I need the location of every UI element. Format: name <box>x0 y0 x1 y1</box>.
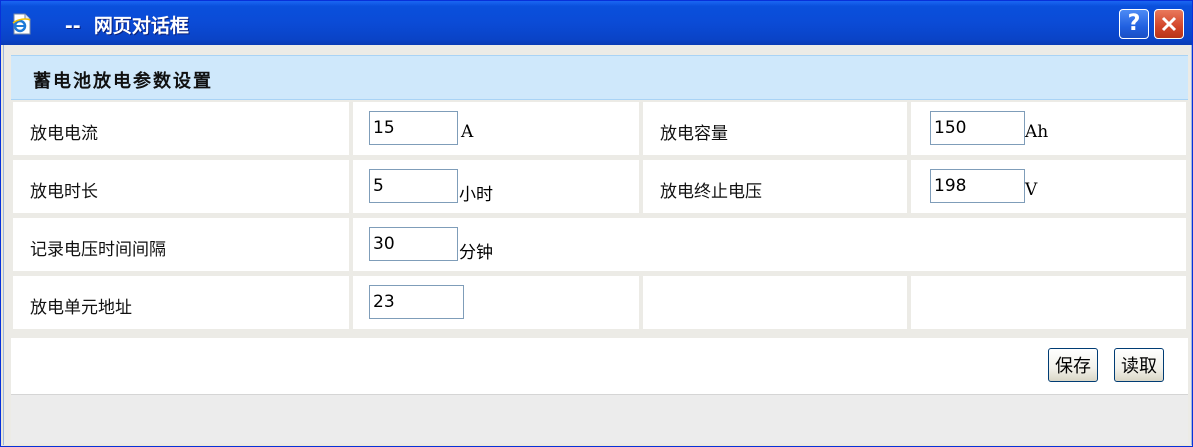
status-area <box>11 394 1188 443</box>
discharge-duration-unit: 小时 <box>459 185 493 205</box>
label-cell: 放电终止电压 <box>643 160 907 213</box>
label-cell: 放电电流 <box>13 102 349 155</box>
record-interval-unit: 分钟 <box>459 243 493 263</box>
close-icon <box>1161 16 1177 32</box>
close-button[interactable] <box>1154 9 1184 39</box>
cutoff-voltage-unit: V <box>1025 180 1038 200</box>
window-title: -- 网页对话框 <box>45 15 189 37</box>
empty-cell <box>643 276 907 329</box>
field-cell: 小时 <box>353 160 639 213</box>
discharge-capacity-input[interactable] <box>930 111 1025 145</box>
help-button[interactable]: ? <box>1119 9 1149 39</box>
save-button[interactable]: 保存 <box>1048 348 1098 382</box>
field-cell <box>353 276 639 329</box>
unit-address-label: 放电单元地址 <box>30 298 132 318</box>
ie-page-icon <box>12 13 31 35</box>
dialog-window: -- 网页对话框 ? 蓄电池放电参数设置 放电电流 A 放电容量 <box>0 0 1193 447</box>
section-title: 蓄电池放电参数设置 <box>33 71 213 92</box>
button-bar: 保存 读取 <box>11 338 1188 394</box>
unit-address-input[interactable] <box>369 285 464 319</box>
empty-cell <box>911 276 1186 329</box>
field-cell: V <box>911 160 1186 213</box>
cutoff-voltage-input[interactable] <box>930 169 1025 203</box>
record-interval-input[interactable] <box>369 227 458 261</box>
section-header: 蓄电池放电参数设置 <box>11 55 1188 100</box>
title-bar[interactable]: -- 网页对话框 ? <box>1 1 1192 45</box>
discharge-capacity-label: 放电容量 <box>660 124 728 144</box>
discharge-current-unit: A <box>461 122 474 142</box>
record-interval-label: 记录电压时间间隔 <box>30 240 166 260</box>
dialog-body: 蓄电池放电参数设置 放电电流 A 放电容量 Ah 放电时长 <box>3 45 1192 445</box>
field-cell: 分钟 <box>353 218 1186 271</box>
discharge-duration-label: 放电时长 <box>30 182 98 202</box>
discharge-current-input[interactable] <box>369 111 458 145</box>
discharge-duration-input[interactable] <box>369 169 458 203</box>
label-cell: 放电时长 <box>13 160 349 213</box>
field-cell: A <box>353 102 639 155</box>
parameter-form: 放电电流 A 放电容量 Ah 放电时长 小时 放电终止电压 <box>11 100 1188 338</box>
label-cell: 记录电压时间间隔 <box>13 218 349 271</box>
help-icon: ? <box>1127 11 1141 36</box>
read-button[interactable]: 读取 <box>1114 348 1164 382</box>
label-cell: 放电容量 <box>643 102 907 155</box>
discharge-capacity-unit: Ah <box>1025 122 1049 142</box>
field-cell: Ah <box>911 102 1186 155</box>
label-cell: 放电单元地址 <box>13 276 349 329</box>
discharge-current-label: 放电电流 <box>30 124 98 144</box>
cutoff-voltage-label: 放电终止电压 <box>660 182 762 202</box>
